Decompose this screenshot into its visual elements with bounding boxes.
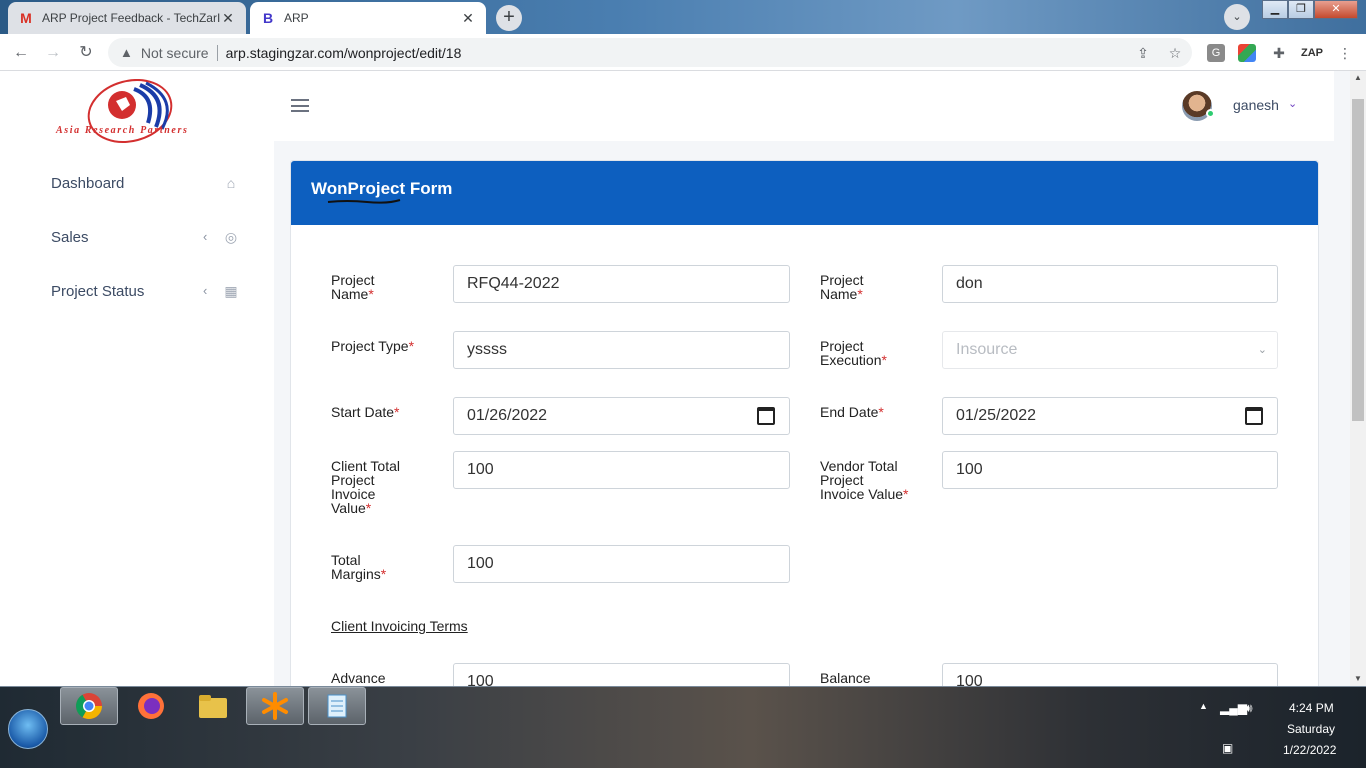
advance-label: Advance xyxy=(331,670,386,686)
address-bar[interactable]: ▲ Not secure arp.stagingzar.com/wonproje… xyxy=(108,38,1192,67)
total-margins-input[interactable]: 100 xyxy=(453,545,790,583)
windows-taskbar: ▲ ▂▄▆ 🔊︎ 4:24 PM Saturday 1/22/2022 ▣ xyxy=(0,686,1366,768)
reload-button[interactable]: ↻ xyxy=(74,41,98,65)
sidebar: Asia Research Partners Dashboard ⌂ Sales… xyxy=(0,71,274,686)
extension-google-icon[interactable] xyxy=(1238,44,1256,62)
page-scrollbar[interactable]: ▲ ▼ xyxy=(1350,71,1366,686)
back-button[interactable]: ← xyxy=(9,41,33,65)
project-name-left-input[interactable]: RFQ44-2022 xyxy=(453,265,790,303)
divider xyxy=(216,44,218,61)
gmail-icon: M xyxy=(20,10,32,26)
chevron-down-icon[interactable]: ⌄ xyxy=(1288,97,1297,110)
chevron-left-icon: ‹ xyxy=(203,229,208,244)
client-total-label: Client Total Project Invoice Value* xyxy=(331,458,401,516)
sidebar-item-project-status[interactable]: Project Status ‹ ▦ xyxy=(51,283,251,300)
sidebar-item-dashboard[interactable]: Dashboard ⌂ xyxy=(51,175,251,192)
profile-icon[interactable]: ZAP xyxy=(1300,44,1324,62)
grid-icon: ▦ xyxy=(224,283,238,299)
total-margins-label: Total Margins* xyxy=(331,552,387,582)
page-content: Asia Research Partners Dashboard ⌂ Sales… xyxy=(0,71,1350,686)
home-icon: ⌂ xyxy=(226,175,236,191)
project-type-input[interactable]: yssss xyxy=(453,331,790,369)
new-tab-button[interactable]: + xyxy=(496,5,522,31)
vendor-total-label: Vendor Total Project Invoice Value* xyxy=(820,458,909,502)
logo-text: Asia Research Partners xyxy=(56,125,189,136)
maximize-button[interactable]: ❐ xyxy=(1288,0,1314,19)
balance-label: Balance xyxy=(820,670,871,686)
scroll-down-arrow-icon[interactable]: ▼ xyxy=(1350,672,1366,686)
balance-input[interactable]: 100 xyxy=(942,663,1278,686)
sidebar-item-label: Dashboard xyxy=(51,175,125,192)
start-date-label: Start Date* xyxy=(331,404,400,420)
sidebar-item-label: Sales xyxy=(51,229,89,246)
extensions-puzzle-icon[interactable]: ✚ xyxy=(1270,44,1288,62)
clock-day[interactable]: Saturday xyxy=(1287,722,1335,736)
browser-tab-strip: M ARP Project Feedback - TechZarInfo ✕ B… xyxy=(0,0,1366,34)
online-status-dot xyxy=(1206,109,1215,118)
tab-title: ARP Project Feedback - TechZarInfo xyxy=(42,11,220,25)
calendar-icon[interactable] xyxy=(757,407,775,425)
end-date-input[interactable]: 01/25/2022 xyxy=(942,397,1278,435)
folder-icon[interactable] xyxy=(184,687,242,725)
firefox-icon[interactable] xyxy=(122,687,180,725)
project-type-label: Project Type* xyxy=(331,338,415,354)
project-name-right-input[interactable]: don xyxy=(942,265,1278,303)
project-name-left-label: Project Name* xyxy=(331,272,375,302)
vendor-total-input[interactable]: 100 xyxy=(942,451,1278,489)
wonproject-form-card: WonProject Form Project Name* RFQ44-2022… xyxy=(290,160,1319,686)
tab-close-icon[interactable]: ✕ xyxy=(460,10,476,27)
show-hidden-icons-icon[interactable]: ▲ xyxy=(1199,701,1208,711)
start-button[interactable] xyxy=(8,709,48,749)
scroll-up-arrow-icon[interactable]: ▲ xyxy=(1350,71,1366,85)
tab-arp-feedback[interactable]: M ARP Project Feedback - TechZarInfo ✕ xyxy=(8,2,246,34)
calendar-icon[interactable] xyxy=(1245,407,1263,425)
warning-icon: ▲ xyxy=(120,45,133,60)
sidebar-item-label: Project Status xyxy=(51,283,145,300)
tab-title: ARP xyxy=(284,11,309,25)
security-label[interactable]: Not secure xyxy=(141,45,209,61)
chevron-left-icon: ‹ xyxy=(203,283,208,298)
bootstrap-icon: B xyxy=(262,10,274,26)
start-date-input[interactable]: 01/26/2022 xyxy=(453,397,790,435)
menu-kebab-icon[interactable]: ⋮ xyxy=(1336,44,1354,62)
client-total-input[interactable]: 100 xyxy=(453,451,790,489)
share-icon[interactable]: ⇪ xyxy=(1134,44,1152,62)
action-center-icon[interactable]: ▣ xyxy=(1222,741,1233,755)
extension-g-icon[interactable]: G xyxy=(1207,44,1225,62)
clock-date[interactable]: 1/22/2022 xyxy=(1283,743,1336,757)
form-title: WonProject Form xyxy=(311,179,453,198)
advance-input[interactable]: 100 xyxy=(453,663,790,686)
tab-close-icon[interactable]: ✕ xyxy=(220,10,236,27)
bookmark-star-icon[interactable]: ☆ xyxy=(1166,44,1184,62)
minimize-button[interactable]: ▁ xyxy=(1262,0,1288,19)
project-execution-label: Project Execution* xyxy=(820,338,887,368)
sidebar-item-sales[interactable]: Sales ‹ ◎ xyxy=(51,229,251,246)
tab-search-button[interactable]: ⌄ xyxy=(1224,4,1250,30)
asterisk-app-icon[interactable] xyxy=(246,687,304,725)
annotation-underline xyxy=(327,199,401,204)
window-close-button[interactable]: ✕ xyxy=(1314,0,1358,19)
top-navbar: ganesh ⌄ xyxy=(274,71,1334,141)
tab-arp[interactable]: B ARP ✕ xyxy=(250,2,486,34)
company-logo[interactable]: Asia Research Partners xyxy=(52,79,212,147)
client-invoicing-terms-heading: Client Invoicing Terms xyxy=(331,618,468,634)
project-name-right-label: Project Name* xyxy=(820,272,864,302)
hamburger-menu-icon[interactable] xyxy=(291,99,309,112)
card-header: WonProject Form xyxy=(291,161,1318,225)
url-text[interactable]: arp.stagingzar.com/wonproject/edit/18 xyxy=(226,45,462,61)
volume-icon[interactable]: 🔊︎ xyxy=(1245,701,1253,716)
forward-button[interactable]: → xyxy=(41,41,65,65)
clock-time[interactable]: 4:24 PM xyxy=(1289,701,1334,715)
chevron-down-icon: ⌄ xyxy=(1257,344,1267,356)
network-signal-icon[interactable]: ▂▄▆ xyxy=(1220,701,1247,715)
chrome-icon[interactable] xyxy=(60,687,118,725)
username[interactable]: ganesh xyxy=(1233,97,1279,113)
project-execution-select[interactable]: Insource ⌄ xyxy=(942,331,1278,369)
end-date-label: End Date* xyxy=(820,404,884,420)
browser-toolbar: ← → ↻ ▲ Not secure arp.stagingzar.com/wo… xyxy=(0,34,1366,71)
scroll-thumb[interactable] xyxy=(1352,99,1364,421)
notepad-icon[interactable] xyxy=(308,687,366,725)
target-icon: ◎ xyxy=(224,229,238,245)
